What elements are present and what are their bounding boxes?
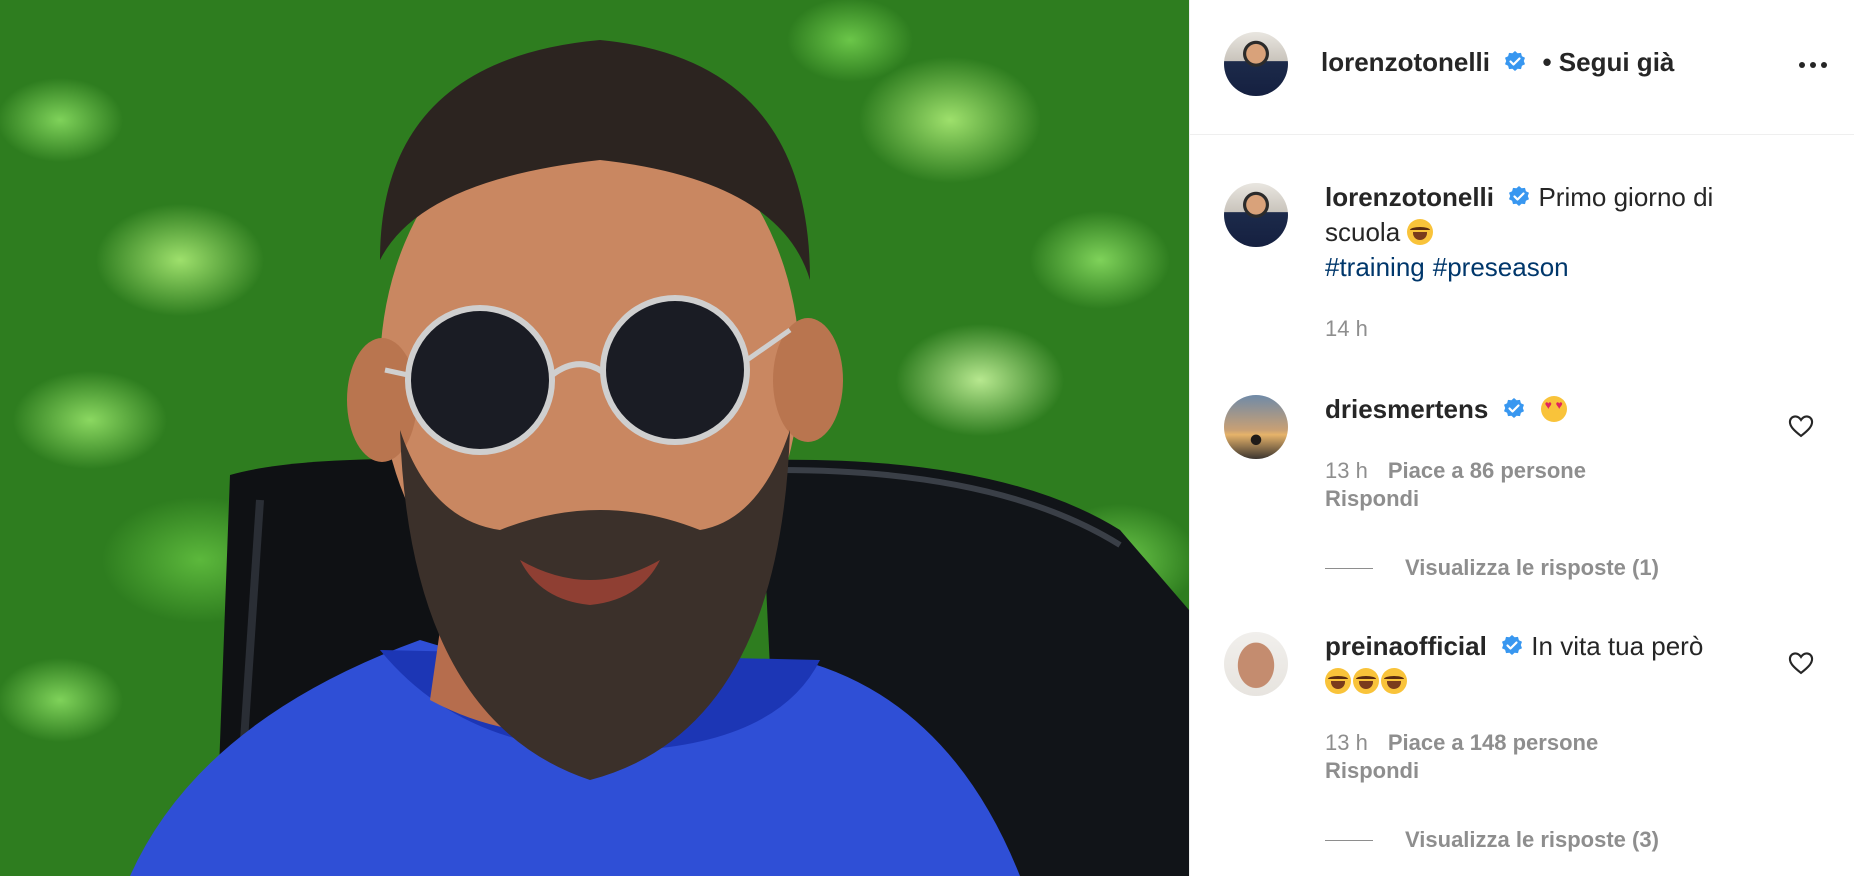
author-username[interactable]: lorenzotonelli [1321,47,1490,77]
more-options-icon[interactable] [1795,50,1831,80]
comment-body: preinaofficial In vita tua però [1325,629,1755,699]
caption-author-username[interactable]: lorenzotonelli [1325,182,1494,212]
replies-divider-line [1325,839,1373,841]
comment-likes-count[interactable]: Piace a 148 persone [1388,730,1598,755]
caption-author-avatar[interactable] [1224,183,1288,247]
hashtag-link[interactable]: #training [1325,252,1425,282]
heart-eyes-emoji-icon [1540,396,1567,422]
commenter-avatar[interactable] [1224,632,1288,696]
comment-meta: 13 h Piace a 148 persone [1325,730,1598,756]
verified-badge-icon [1509,186,1530,206]
replies-divider-line [1325,567,1373,569]
photo-subject [130,40,1189,876]
comment-body: driesmertens [1325,392,1755,427]
heart-outline-icon[interactable] [1787,412,1815,440]
commenter-username[interactable]: driesmertens [1325,394,1488,424]
rofl-emoji-icon [1325,668,1351,694]
comment-text: In vita tua però [1531,631,1704,661]
post-details-panel: lorenzotonelli • Segui già lorenzotonell… [1189,0,1854,876]
view-replies-label: Visualizza le risposte (1) [1405,555,1659,580]
post-photo[interactable] [0,0,1189,876]
view-replies-button[interactable]: Visualizza le risposte (3) [1325,827,1659,853]
view-replies-label: Visualizza le risposte (3) [1405,827,1659,852]
verified-badge-icon [1505,51,1526,71]
commenter-username[interactable]: preinaofficial [1325,631,1487,661]
comment-timestamp[interactable]: 13 h [1325,458,1368,483]
caption-timestamp[interactable]: 14 h [1325,316,1368,341]
heart-outline-icon[interactable] [1787,649,1815,677]
rofl-emoji-icon [1353,668,1379,694]
caption-time: 14 h [1325,316,1368,342]
caption-hashtags: #training #preseason [1325,252,1577,282]
caption-body: lorenzotonelli Primo giorno di scuola #t… [1325,180,1755,285]
hashtag-link[interactable]: #preseason [1433,252,1569,282]
post-header: lorenzotonelli • Segui già [1190,0,1854,135]
comment-timestamp[interactable]: 13 h [1325,730,1368,755]
reply-button[interactable]: Rispondi [1325,758,1419,784]
author-name-row: lorenzotonelli • Segui già [1321,47,1674,77]
comment-meta: 13 h Piace a 86 persone [1325,458,1586,484]
commenter-avatar[interactable] [1224,395,1288,459]
reply-button[interactable]: Rispondi [1325,486,1419,512]
follow-status-button[interactable]: • Segui già [1542,47,1674,77]
laughing-emoji-icon [1407,219,1434,245]
author-avatar[interactable] [1224,32,1288,96]
verified-badge-icon [1503,398,1524,418]
comment-likes-count[interactable]: Piace a 86 persone [1388,458,1586,483]
view-replies-button[interactable]: Visualizza le risposte (1) [1325,555,1659,581]
rofl-emoji-icon [1381,668,1407,694]
verified-badge-icon [1502,635,1523,655]
